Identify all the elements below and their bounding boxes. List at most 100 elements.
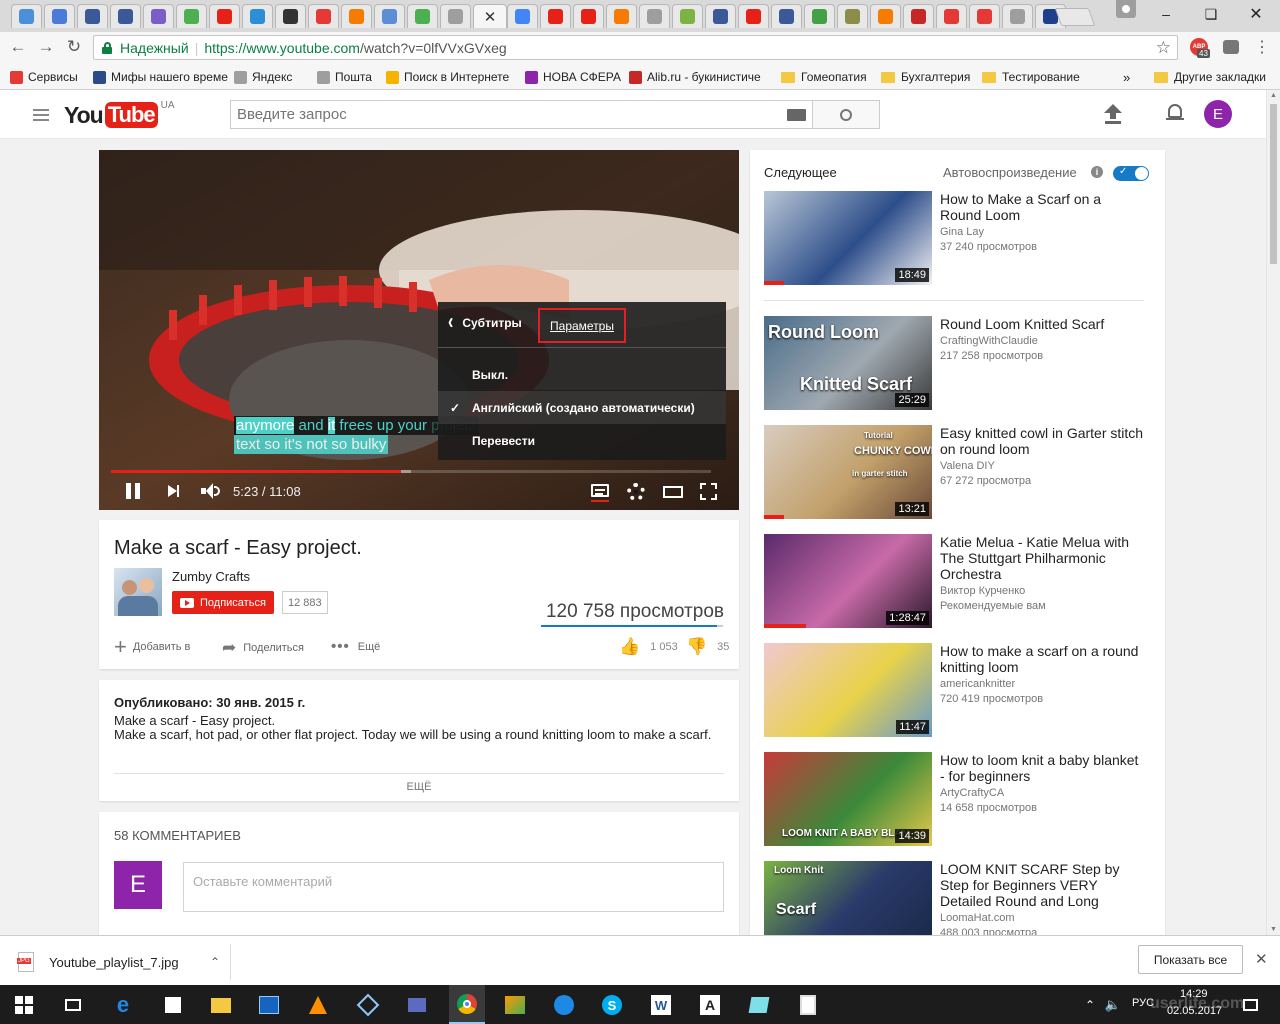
active-browser-tab[interactable]: ✕	[473, 4, 507, 28]
browser-tab[interactable]	[440, 4, 471, 28]
browser-tab[interactable]	[242, 4, 273, 28]
video-thumbnail[interactable]: Round Loom Knitted Scarf 25:29	[764, 316, 932, 410]
more-bookmarks-chevron[interactable]: »	[1123, 68, 1130, 86]
image-app-icon[interactable]	[746, 992, 772, 1018]
reload-icon[interactable]: ↻	[62, 35, 86, 59]
caption-option[interactable]: Выкл.	[438, 358, 726, 391]
channel-name[interactable]: Zumby Crafts	[172, 569, 250, 584]
browser-tab[interactable]	[209, 4, 240, 28]
virtualbox-icon[interactable]	[355, 992, 381, 1018]
recommended-video[interactable]: Round Loom Knitted Scarf 25:29 Round Loom K…	[764, 316, 1149, 416]
video-thumbnail[interactable]: LOOM KNIT A BABY BLAN 14:39	[764, 752, 932, 846]
volume-icon[interactable]	[201, 483, 221, 499]
browser-tab[interactable]	[341, 4, 372, 28]
video-thumbnail[interactable]: Loom Knit Scarf	[764, 861, 932, 935]
browser-tab[interactable]	[903, 4, 934, 28]
bookmark-item[interactable]: Сервисы	[10, 68, 78, 86]
recommended-video[interactable]: Tutorial CHUNKY COWL in garter stitch 13:21…	[764, 425, 1149, 525]
new-tab-button[interactable]	[1054, 8, 1096, 26]
extension-ghost-icon[interactable]	[1219, 35, 1243, 59]
browser-tab[interactable]	[507, 4, 538, 28]
subtitles-button[interactable]	[591, 484, 611, 504]
browser-tab[interactable]	[936, 4, 967, 28]
info-icon[interactable]: i	[1091, 166, 1103, 178]
browser-tab[interactable]	[176, 4, 207, 28]
menu-settings-link[interactable]: Параметры	[538, 308, 626, 343]
browser-tab[interactable]	[573, 4, 604, 28]
photo-app-icon[interactable]	[502, 992, 528, 1018]
browser-tab[interactable]	[639, 4, 670, 28]
video-player[interactable]: anymore and it frees up your project tex…	[99, 150, 739, 510]
channel-avatar[interactable]	[114, 568, 162, 616]
browser-tab[interactable]	[606, 4, 637, 28]
browser-tab[interactable]	[771, 4, 802, 28]
search-button[interactable]	[813, 100, 880, 129]
browser-tab[interactable]	[738, 4, 769, 28]
video-thumbnail[interactable]: 18:49	[764, 191, 932, 285]
minimize-button[interactable]: –	[1143, 0, 1189, 28]
notifications-bell-icon[interactable]	[1166, 104, 1184, 124]
bookmark-item[interactable]: Гомеопатия	[781, 68, 867, 86]
recommended-video[interactable]: 1:28:47 Katie Melua - Katie Melua with Th…	[764, 534, 1149, 634]
edge-icon[interactable]: e	[110, 992, 136, 1018]
youtube-logo[interactable]: You Tube UA	[64, 100, 175, 130]
close-window-button[interactable]: ✕	[1233, 0, 1279, 28]
next-button[interactable]	[168, 485, 182, 497]
bookmark-item[interactable]: НОВА СФЕРА	[525, 68, 621, 86]
add-to-button[interactable]: + Добавить в	[114, 636, 190, 658]
browser-tab[interactable]	[1002, 4, 1033, 28]
browser-tab[interactable]	[44, 4, 75, 28]
calculator-icon[interactable]	[795, 992, 821, 1018]
back-icon[interactable]: ←	[6, 35, 30, 59]
download-item[interactable]: JPG Youtube_playlist_7.jpg ⌃	[17, 950, 230, 974]
menu-kebab-icon[interactable]: ⋮	[1250, 35, 1274, 59]
upload-icon[interactable]	[1103, 104, 1123, 124]
scrollbar-thumb[interactable]	[1270, 104, 1277, 264]
subscribe-button[interactable]: Подписаться	[172, 591, 274, 614]
browser-tab[interactable]	[705, 4, 736, 28]
maximize-button[interactable]: ❏	[1188, 0, 1234, 28]
browser-tab[interactable]	[540, 4, 571, 28]
bookmark-item[interactable]: Мифы нашего време	[93, 68, 228, 86]
autoplay-toggle[interactable]: ✓	[1113, 166, 1149, 181]
chevron-up-icon[interactable]: ⌃	[210, 955, 220, 969]
caption-option[interactable]: ✓ Английский (создано автоматически)	[438, 391, 726, 424]
windows-start-icon[interactable]	[11, 992, 37, 1018]
theater-mode-button[interactable]	[663, 486, 683, 498]
browser-tab[interactable]	[407, 4, 438, 28]
browser-tab[interactable]	[11, 4, 42, 28]
bookmark-item[interactable]: Тестирование	[982, 68, 1080, 86]
pause-button[interactable]	[126, 483, 140, 499]
teamviewer-icon[interactable]	[551, 992, 577, 1018]
recommended-video[interactable]: Loom Knit Scarf LOOM KNIT SCARF Step by St…	[764, 861, 1149, 935]
recommended-title[interactable]: Round Loom Knitted Scarf	[940, 316, 1145, 332]
browser-tab[interactable]	[837, 4, 868, 28]
menu-back-button[interactable]: ‹ Субтитры	[448, 310, 522, 334]
progress-bar[interactable]	[111, 470, 711, 473]
bookmark-item[interactable]: Яндекс	[234, 68, 292, 86]
store-icon[interactable]	[160, 992, 186, 1018]
keyboard-icon[interactable]	[787, 109, 806, 121]
close-tab-icon[interactable]: ✕	[484, 8, 497, 26]
search-box[interactable]	[230, 100, 813, 129]
network-app-icon[interactable]	[404, 992, 430, 1018]
share-button[interactable]: ➦ Поделиться	[222, 639, 304, 656]
account-avatar[interactable]: E	[1204, 100, 1232, 128]
bookmark-item[interactable]: Бухгалтерия	[881, 68, 970, 86]
skype-icon[interactable]: S	[599, 992, 625, 1018]
calculator-app-icon[interactable]	[256, 992, 282, 1018]
video-thumbnail[interactable]: Tutorial CHUNKY COWL in garter stitch 13:21	[764, 425, 932, 519]
bookmark-item[interactable]: Alib.ru - букинистиче	[629, 68, 761, 86]
bookmark-other[interactable]: Другие закладки	[1154, 68, 1266, 86]
more-button[interactable]: ••• Ещё	[331, 639, 380, 654]
recommended-title[interactable]: Easy knitted cowl in Garter stitch on ro…	[940, 425, 1145, 457]
address-bar[interactable]: Надежный | https://www.youtube.com/watch…	[93, 35, 1178, 60]
search-input[interactable]	[237, 106, 767, 123]
guide-menu-icon[interactable]	[33, 109, 49, 121]
browser-tab[interactable]	[308, 4, 339, 28]
settings-gear-icon[interactable]	[627, 483, 645, 501]
speaker-icon[interactable]: 🔈	[1100, 992, 1126, 1018]
recommended-title[interactable]: How to loom knit a baby blanket - for be…	[940, 752, 1145, 784]
recommended-video[interactable]: 18:49 How to Make a Scarf on a Round Loom…	[764, 191, 1149, 291]
video-thumbnail[interactable]: 11:47	[764, 643, 932, 737]
